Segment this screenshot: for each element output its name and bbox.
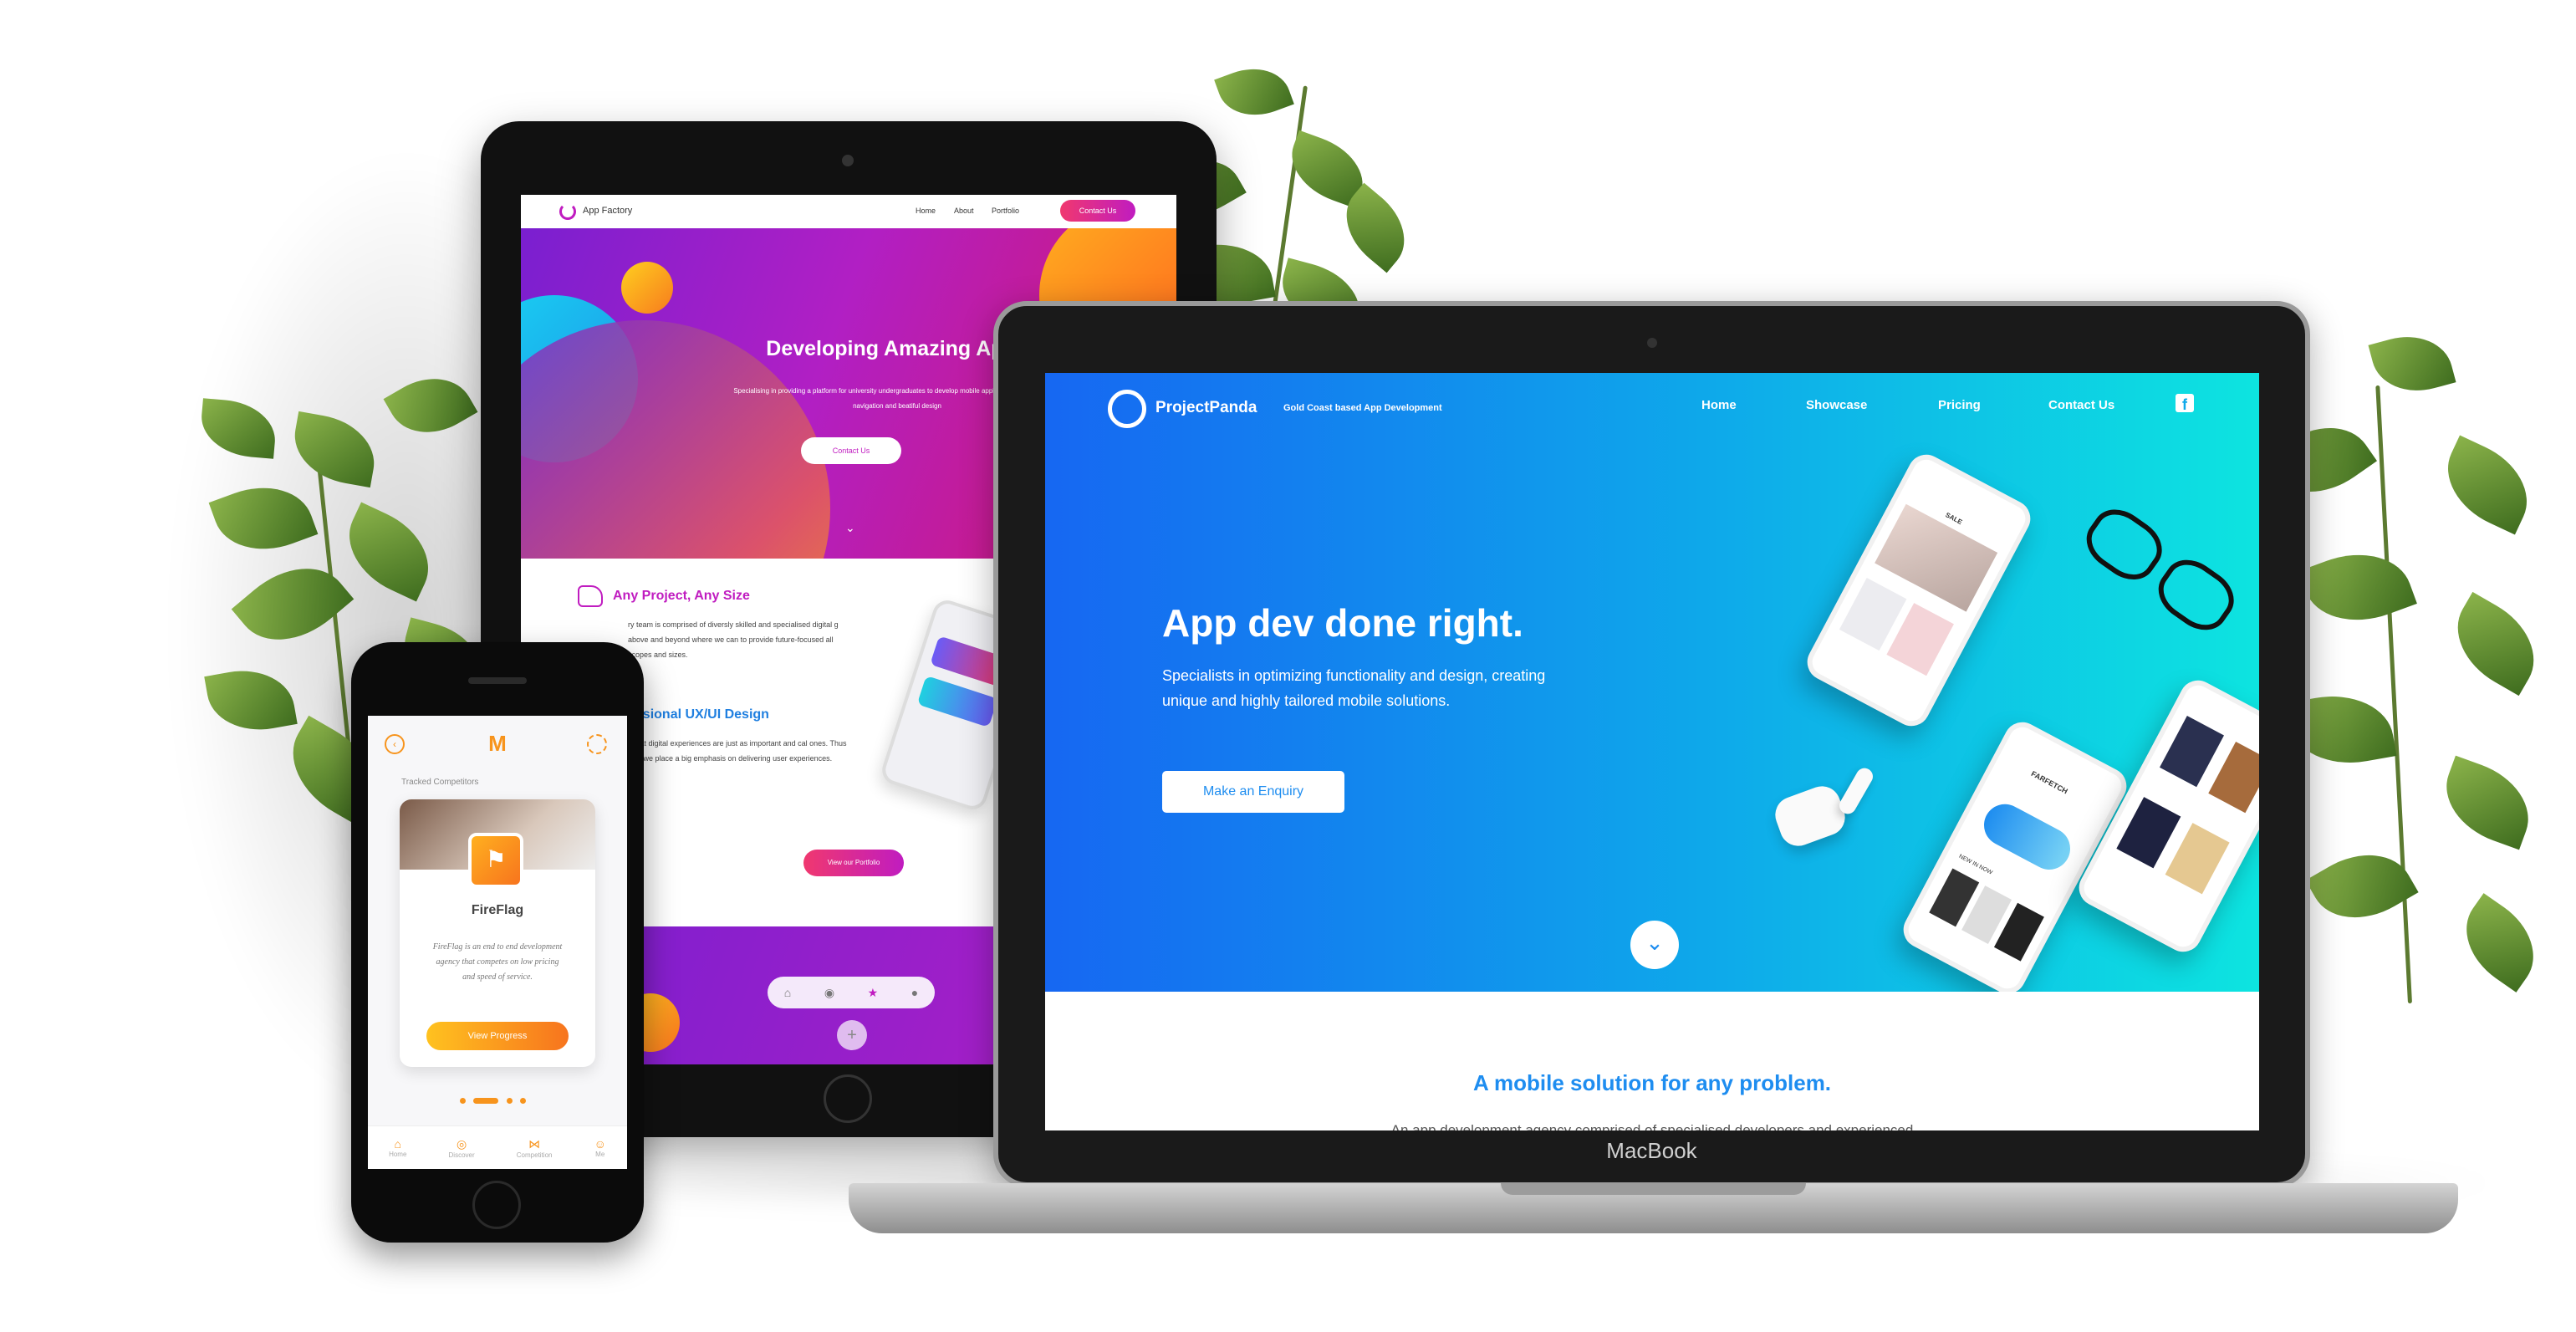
tab-discover[interactable]: ◎ Discover	[449, 1137, 475, 1159]
card-title: FireFlag	[471, 903, 524, 917]
home-icon: ⌂	[394, 1137, 401, 1151]
phone-screen: ‹ M Tracked Competitors ⚑ FireFlag FireF…	[368, 716, 627, 1169]
laptop-nav-showcase[interactable]: Showcase	[1806, 398, 1867, 412]
app-factory-logo-icon	[559, 203, 576, 220]
tablet-navbar: App Factory Home About Portfolio Contact…	[521, 195, 1176, 228]
laptop-hero-text-1: Specialists in optimizing functionality …	[1162, 667, 1546, 684]
tablet-hero-button[interactable]: Contact Us	[801, 437, 901, 464]
tab-competition-label: Competition	[516, 1151, 553, 1159]
tab-me[interactable]: ☺ Me	[594, 1137, 606, 1158]
tablet-hero-button-label: Contact Us	[832, 447, 870, 455]
tab-home[interactable]: ⌂ Home	[389, 1137, 406, 1158]
laptop-tagline: Gold Coast based App Development	[1283, 403, 1442, 413]
chevron-down-icon[interactable]: ⌄	[845, 521, 855, 535]
tablet-contact-label: Contact Us	[1079, 207, 1117, 215]
laptop-screen: ProjectPanda Gold Coast based App Develo…	[1045, 373, 2259, 1130]
tablet-nav-portfolio[interactable]: Portfolio	[992, 207, 1019, 215]
phone-home-button[interactable]	[472, 1181, 521, 1229]
tablet-nav-about[interactable]: About	[954, 207, 974, 215]
laptop-device: ProjectPanda Gold Coast based App Develo…	[993, 301, 2310, 1187]
compass-icon: ◎	[456, 1136, 467, 1151]
scroll-down-button[interactable]: ⌄	[1630, 921, 1679, 969]
competitor-card[interactable]: ⚑ FireFlag FireFlag is an end to end dev…	[400, 799, 595, 1067]
laptop-brand[interactable]: ProjectPanda	[1155, 399, 1257, 417]
phone-device: ‹ M Tracked Competitors ⚑ FireFlag FireF…	[351, 642, 644, 1243]
add-icon[interactable]: +	[837, 1020, 867, 1050]
laptop-notch	[1501, 1183, 1806, 1195]
user-icon: ☺	[594, 1137, 606, 1151]
facebook-icon[interactable]: f	[2176, 394, 2194, 413]
tablet-nav-home[interactable]: Home	[916, 207, 936, 215]
tablet-contact-button[interactable]: Contact Us	[1060, 200, 1135, 222]
settings-icon[interactable]	[587, 734, 607, 754]
sunglasses-decoration	[2067, 498, 2247, 656]
laptop-nav-home[interactable]: Home	[1701, 398, 1737, 412]
tab-competition[interactable]: ⋈ Competition	[517, 1137, 553, 1159]
laptop-section-text: An app development agency comprised of s…	[1390, 1122, 1914, 1130]
location-icon[interactable]: ◉	[824, 986, 834, 1000]
tab-discover-label: Discover	[448, 1151, 475, 1159]
view-progress-label: View Progress	[467, 1031, 528, 1041]
laptop-hero: ProjectPanda Gold Coast based App Develo…	[1045, 373, 2259, 992]
mock-phone-1: SALE	[1800, 448, 2038, 732]
tablet-section2-text: s that digital experiences are just as i…	[628, 739, 847, 763]
mock-phone-sale-label: SALE	[1944, 511, 1964, 527]
back-icon[interactable]: ‹	[385, 734, 405, 754]
tablet-brand: App Factory	[583, 206, 633, 216]
tablet-portfolio-button[interactable]: View our Portfolio	[803, 850, 904, 876]
app-logo-icon: M	[488, 731, 507, 756]
laptop-hero-title: App dev done right.	[1162, 601, 1523, 645]
star-icon[interactable]: ★	[868, 986, 879, 1000]
tablet-tab-bar: ⌂ ◉ ★ ●	[768, 977, 935, 1008]
enquiry-button[interactable]: Make an Enquiry	[1162, 771, 1344, 813]
tab-home-label: Home	[389, 1151, 407, 1158]
tablet-section1-title: Any Project, Any Size	[613, 589, 750, 603]
card-text: FireFlag is an end to end development ag…	[432, 942, 563, 982]
laptop-section-title: A mobile solution for any problem.	[1472, 1070, 1832, 1095]
tablet-section2-title: essional UX/UI Design	[628, 707, 769, 722]
macbook-label: MacBook	[1606, 1138, 1697, 1163]
laptop-base	[849, 1183, 2458, 1233]
share-icon: ⋈	[528, 1136, 541, 1151]
chevron-down-icon: ⌄	[1645, 930, 1664, 955]
phone-speaker	[468, 677, 527, 684]
tablet-camera	[842, 155, 854, 166]
tablet-section1-text: ry team is comprised of diversly skilled…	[628, 620, 839, 659]
tracked-competitors-label: Tracked Competitors	[401, 778, 479, 787]
project-panda-logo-icon	[1108, 390, 1146, 428]
view-progress-button[interactable]: View Progress	[426, 1022, 569, 1050]
enquiry-button-label: Make an Enquiry	[1202, 784, 1304, 799]
mock-phone-newin-label: NEW IN NOW	[1957, 853, 1993, 876]
user-icon[interactable]: ●	[911, 986, 918, 999]
laptop-nav-contact[interactable]: Contact Us	[2048, 398, 2114, 412]
home-icon[interactable]: ⌂	[784, 986, 791, 999]
airpods-decoration	[1770, 781, 1850, 851]
fireflag-logo-icon: ⚑	[468, 833, 523, 888]
heart-hand-icon	[578, 585, 603, 607]
mock-phone-farfetch-label: FARFETCH	[2029, 769, 2069, 796]
laptop-camera	[1647, 338, 1657, 348]
laptop-hero-text-2: unique and highly tailored mobile soluti…	[1162, 692, 1451, 709]
tablet-portfolio-label: View our Portfolio	[827, 859, 880, 866]
tab-me-label: Me	[595, 1151, 605, 1158]
laptop-nav-pricing[interactable]: Pricing	[1938, 398, 1981, 412]
tablet-home-button[interactable]	[824, 1074, 872, 1123]
phone-tab-bar: ⌂ Home ◎ Discover ⋈ Competition ☺ Me	[368, 1125, 627, 1169]
card-pager	[460, 1097, 535, 1104]
airpod-decoration	[1836, 765, 1876, 817]
hero-circle-small-orange	[621, 262, 673, 314]
